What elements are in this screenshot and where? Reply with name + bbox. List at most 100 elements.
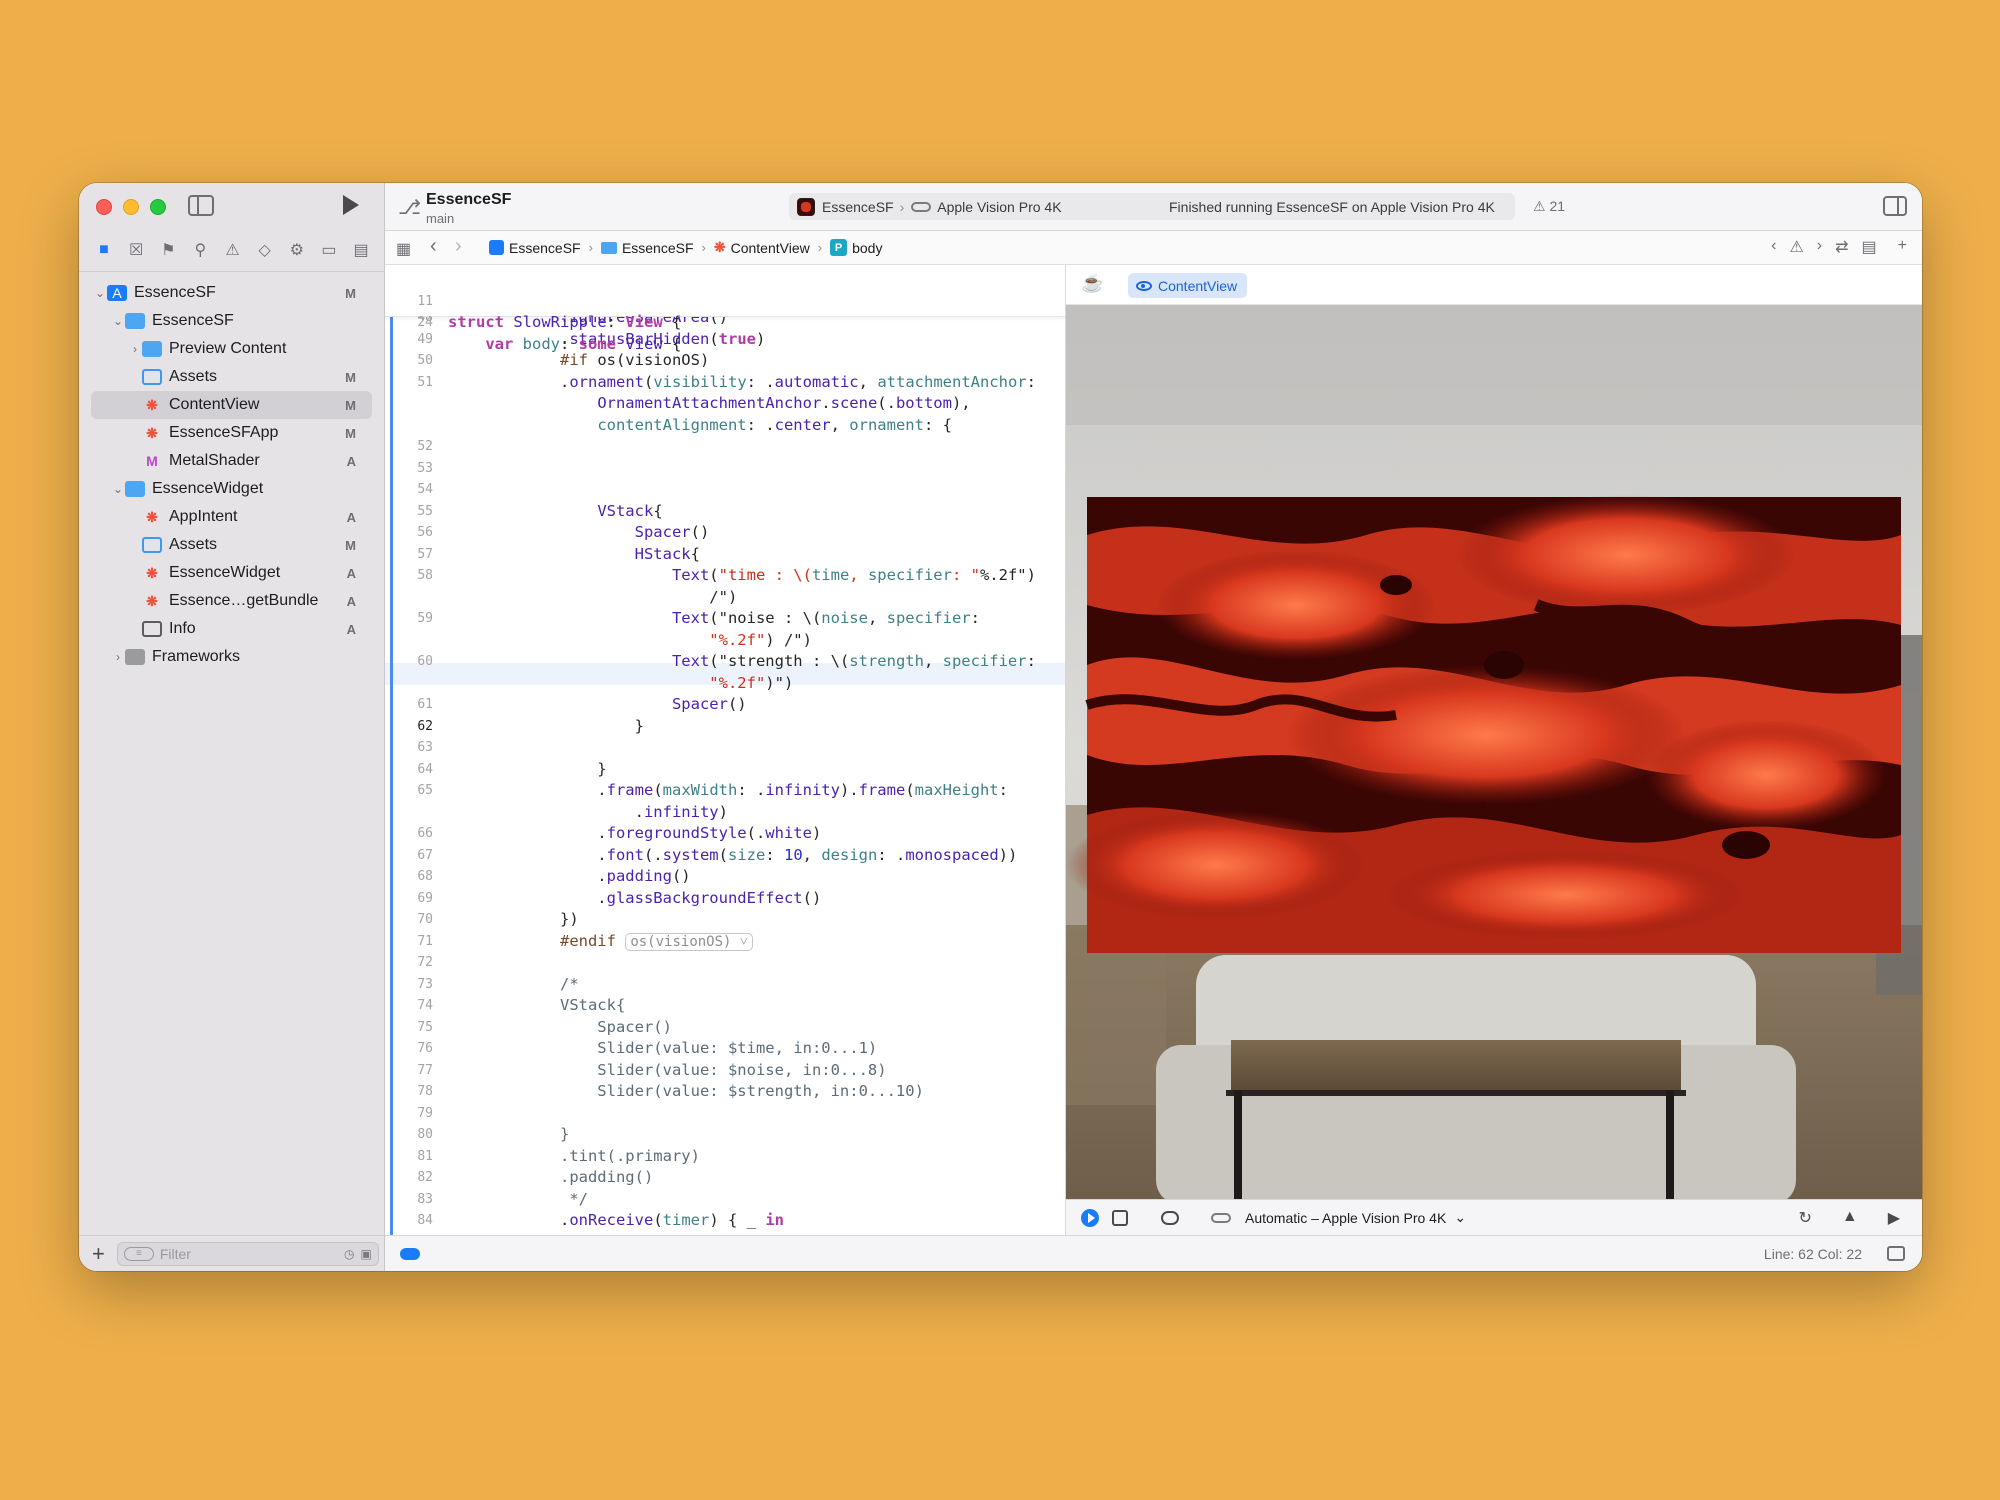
tree-item-essencewidget-file[interactable]: ❋ EssenceWidget A [79,559,384,587]
tree-item-group-essencewidget[interactable]: ⌄ EssenceWidget [79,475,384,503]
pin-icon[interactable]: ☕ [1081,273,1103,294]
preview-viewport[interactable] [1066,305,1922,1199]
preview-tab[interactable]: ContentView [1128,273,1248,298]
refresh-icon[interactable]: ⇄ [1835,237,1848,257]
back-button[interactable]: ‹ [430,235,437,258]
tree-item-assets[interactable]: Assets M [79,363,384,391]
variants-button[interactable] [1161,1210,1179,1225]
debug-icon[interactable]: ⚙ [284,237,310,263]
room-preview-image [1066,305,1922,1199]
asset-catalog-icon [142,369,162,385]
debug-area-toggle[interactable] [400,1248,420,1260]
preview-controls: ↻ ▲ ▶ [1798,1208,1900,1228]
folder-icon [125,313,145,329]
crumb-file[interactable]: ❋ ContentView [714,239,810,256]
device-label: Automatic – Apple Vision Pro 4K [1245,1209,1447,1226]
selectable-mode-button[interactable] [1112,1209,1128,1226]
code-line: 83 */ [385,1189,1065,1211]
rotate-icon[interactable]: ↻ [1798,1208,1811,1228]
code-line: .infinity) [385,802,1065,824]
sidebar-toggle-icon[interactable] [188,195,214,216]
code-line: 82 .padding() [385,1167,1065,1189]
code-line: 57 HStack{ [385,544,1065,566]
crumb-project[interactable]: EssenceSF [489,240,581,256]
search-icon[interactable]: ⚲ [187,237,213,263]
device-selector[interactable]: Automatic – Apple Vision Pro 4K ⌄ [1211,1209,1466,1226]
destination-selector[interactable]: Apple Vision Pro 4K [937,199,1061,215]
warnings-indicator[interactable]: ⚠ 21 [1533,198,1565,215]
crumb-group[interactable]: EssenceSF [600,240,694,256]
breakpoint-icon[interactable]: ▭ [316,237,342,263]
tree-item-contentview[interactable]: ❋ ContentView M [91,391,372,419]
navigator-footer: + ≡ Filter ◷ ▣ [79,1235,384,1271]
code-text: /* [448,974,579,993]
chevron-right-icon[interactable]: › [128,342,142,356]
project-title[interactable]: EssenceSF [426,191,511,209]
chevron-right-icon: › [899,198,905,215]
code-text: VStack{ [448,996,626,1014]
zoom-window-button[interactable] [150,199,166,215]
code-line: "%.2f") /") [385,630,1065,652]
crumb-symbol[interactable]: P body [830,239,882,256]
previous-issue-icon[interactable]: ‹ [1771,237,1776,257]
code-text: .foregroundStyle(.white) [448,824,822,842]
code-text: Text("strength : \(strength, specifier: [671,652,1036,670]
tree-item-appintent[interactable]: ❋ AppIntent A [79,503,384,531]
minimize-window-button[interactable] [123,199,139,215]
file-tree: ⌄ A EssenceSF M ⌄ EssenceSF › Preview Co… [79,279,384,671]
filter-field[interactable]: ≡ Filter ◷ ▣ [116,1241,379,1266]
chevron-right-icon: › [701,240,706,255]
scheme-selector[interactable]: EssenceSF [822,199,894,215]
tree-item-widget-assets[interactable]: Assets M [79,531,384,559]
tree-item-group-essencesf[interactable]: ⌄ EssenceSF [79,307,384,335]
source-control-filter-icon[interactable]: ▣ [361,1247,372,1261]
code-line: 64 } [385,759,1065,781]
canvas-layout-icon[interactable]: ▤ [1862,237,1877,257]
chevron-right-icon[interactable]: › [111,650,125,664]
tree-item-widget-bundle[interactable]: ❋ Essence…getBundle A [79,587,384,615]
branch-name[interactable]: main [426,211,454,226]
cursor-position: Line: 62 Col: 22 [1763,1246,1862,1262]
camera-icon[interactable]: ▶ [1888,1208,1900,1228]
issue-warning-icon[interactable]: ⚠ [1789,237,1803,257]
swift-file-icon: ❋ [146,508,158,525]
source-control-icon[interactable]: ☒ [123,237,149,263]
source-editor[interactable]: 11 struct SlowRipple: View { 24 var body… [385,265,1066,1235]
warning-icon[interactable]: ⚠ [220,237,246,263]
chevron-down-icon[interactable]: ⌄ [111,482,125,496]
live-preview-button[interactable] [1081,1208,1099,1227]
forward-button[interactable]: › [455,235,462,258]
recent-files-icon[interactable]: ◷ [344,1247,354,1261]
add-editor-icon[interactable]: + [1898,237,1907,257]
preview-canvas: ☕ ContentView Automatic – Apple Vision P… [1066,265,1922,1235]
folder-icon[interactable]: ■ [91,237,117,263]
close-window-button[interactable] [96,199,112,215]
tree-item-metalshader[interactable]: M MetalShader A [79,447,384,475]
environment-icon[interactable]: ▲ [1842,1208,1858,1228]
report-icon[interactable]: ▤ [348,237,374,263]
crumb-label: EssenceSF [509,239,581,256]
test-icon[interactable]: ◇ [252,237,278,263]
run-button[interactable] [343,195,359,215]
tree-item-essencesfapp[interactable]: ❋ EssenceSFApp M [79,419,384,447]
code-line: 70 }) [385,909,1065,931]
ceiling-shade [1066,305,1922,425]
crumb-label: ContentView [730,239,810,256]
tree-item-frameworks[interactable]: › Frameworks [79,643,384,671]
related-items-icon[interactable]: ▦ [396,239,411,259]
chevron-down-icon[interactable]: ⌄ [111,314,125,328]
vision-pro-icon [911,201,932,212]
chevron-down-icon[interactable]: ⌄ [93,286,107,300]
app-icon [797,197,815,216]
folded-condition-chip[interactable]: os(visionOS) ˅ [625,932,753,951]
inspector-toggle-icon[interactable] [1883,196,1907,216]
tree-item-project[interactable]: ⌄ A EssenceSF M [79,279,384,307]
code-line: 77 Slider(value: $noise, in:0...8) [385,1060,1065,1082]
tree-item-info[interactable]: Info A [79,615,384,643]
tree-item-preview-content[interactable]: › Preview Content [79,335,384,363]
bookmark-icon[interactable]: ⚑ [155,237,181,263]
next-issue-icon[interactable]: › [1817,237,1822,257]
add-file-button[interactable]: + [92,1242,105,1265]
show-debug-area-icon[interactable] [1887,1246,1905,1261]
filter-options-icon[interactable]: ≡ [123,1246,154,1261]
